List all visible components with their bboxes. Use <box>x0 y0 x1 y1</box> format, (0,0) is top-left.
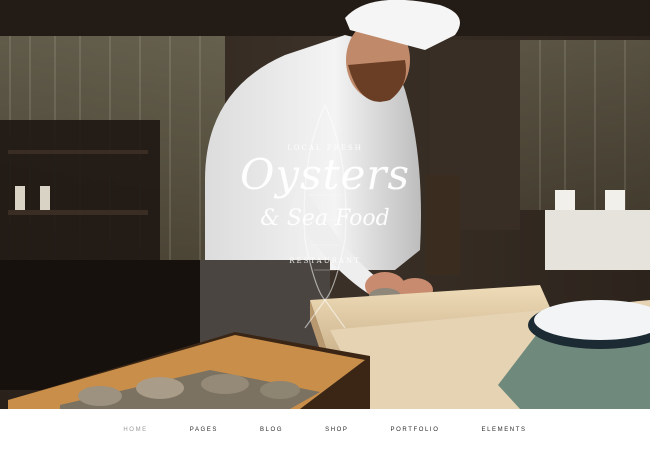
nav-item-pages[interactable]: PAGES <box>169 427 239 433</box>
nav-item-elements[interactable]: ELEMENTS <box>460 427 547 433</box>
fish-emblem <box>303 103 347 329</box>
nav-item-shop[interactable]: SHOP <box>304 427 369 433</box>
hero-banner: LOCAL FRESH Oysters & Sea Food RESTAURAN… <box>0 0 650 409</box>
nav-item-portfolio[interactable]: PORTFOLIO <box>370 427 461 433</box>
nav-item-home[interactable]: HOME <box>102 427 168 433</box>
main-navigation: HOME PAGES BLOG SHOP PORTFOLIO ELEMENTS <box>0 409 650 451</box>
nav-item-blog[interactable]: BLOG <box>239 427 304 433</box>
